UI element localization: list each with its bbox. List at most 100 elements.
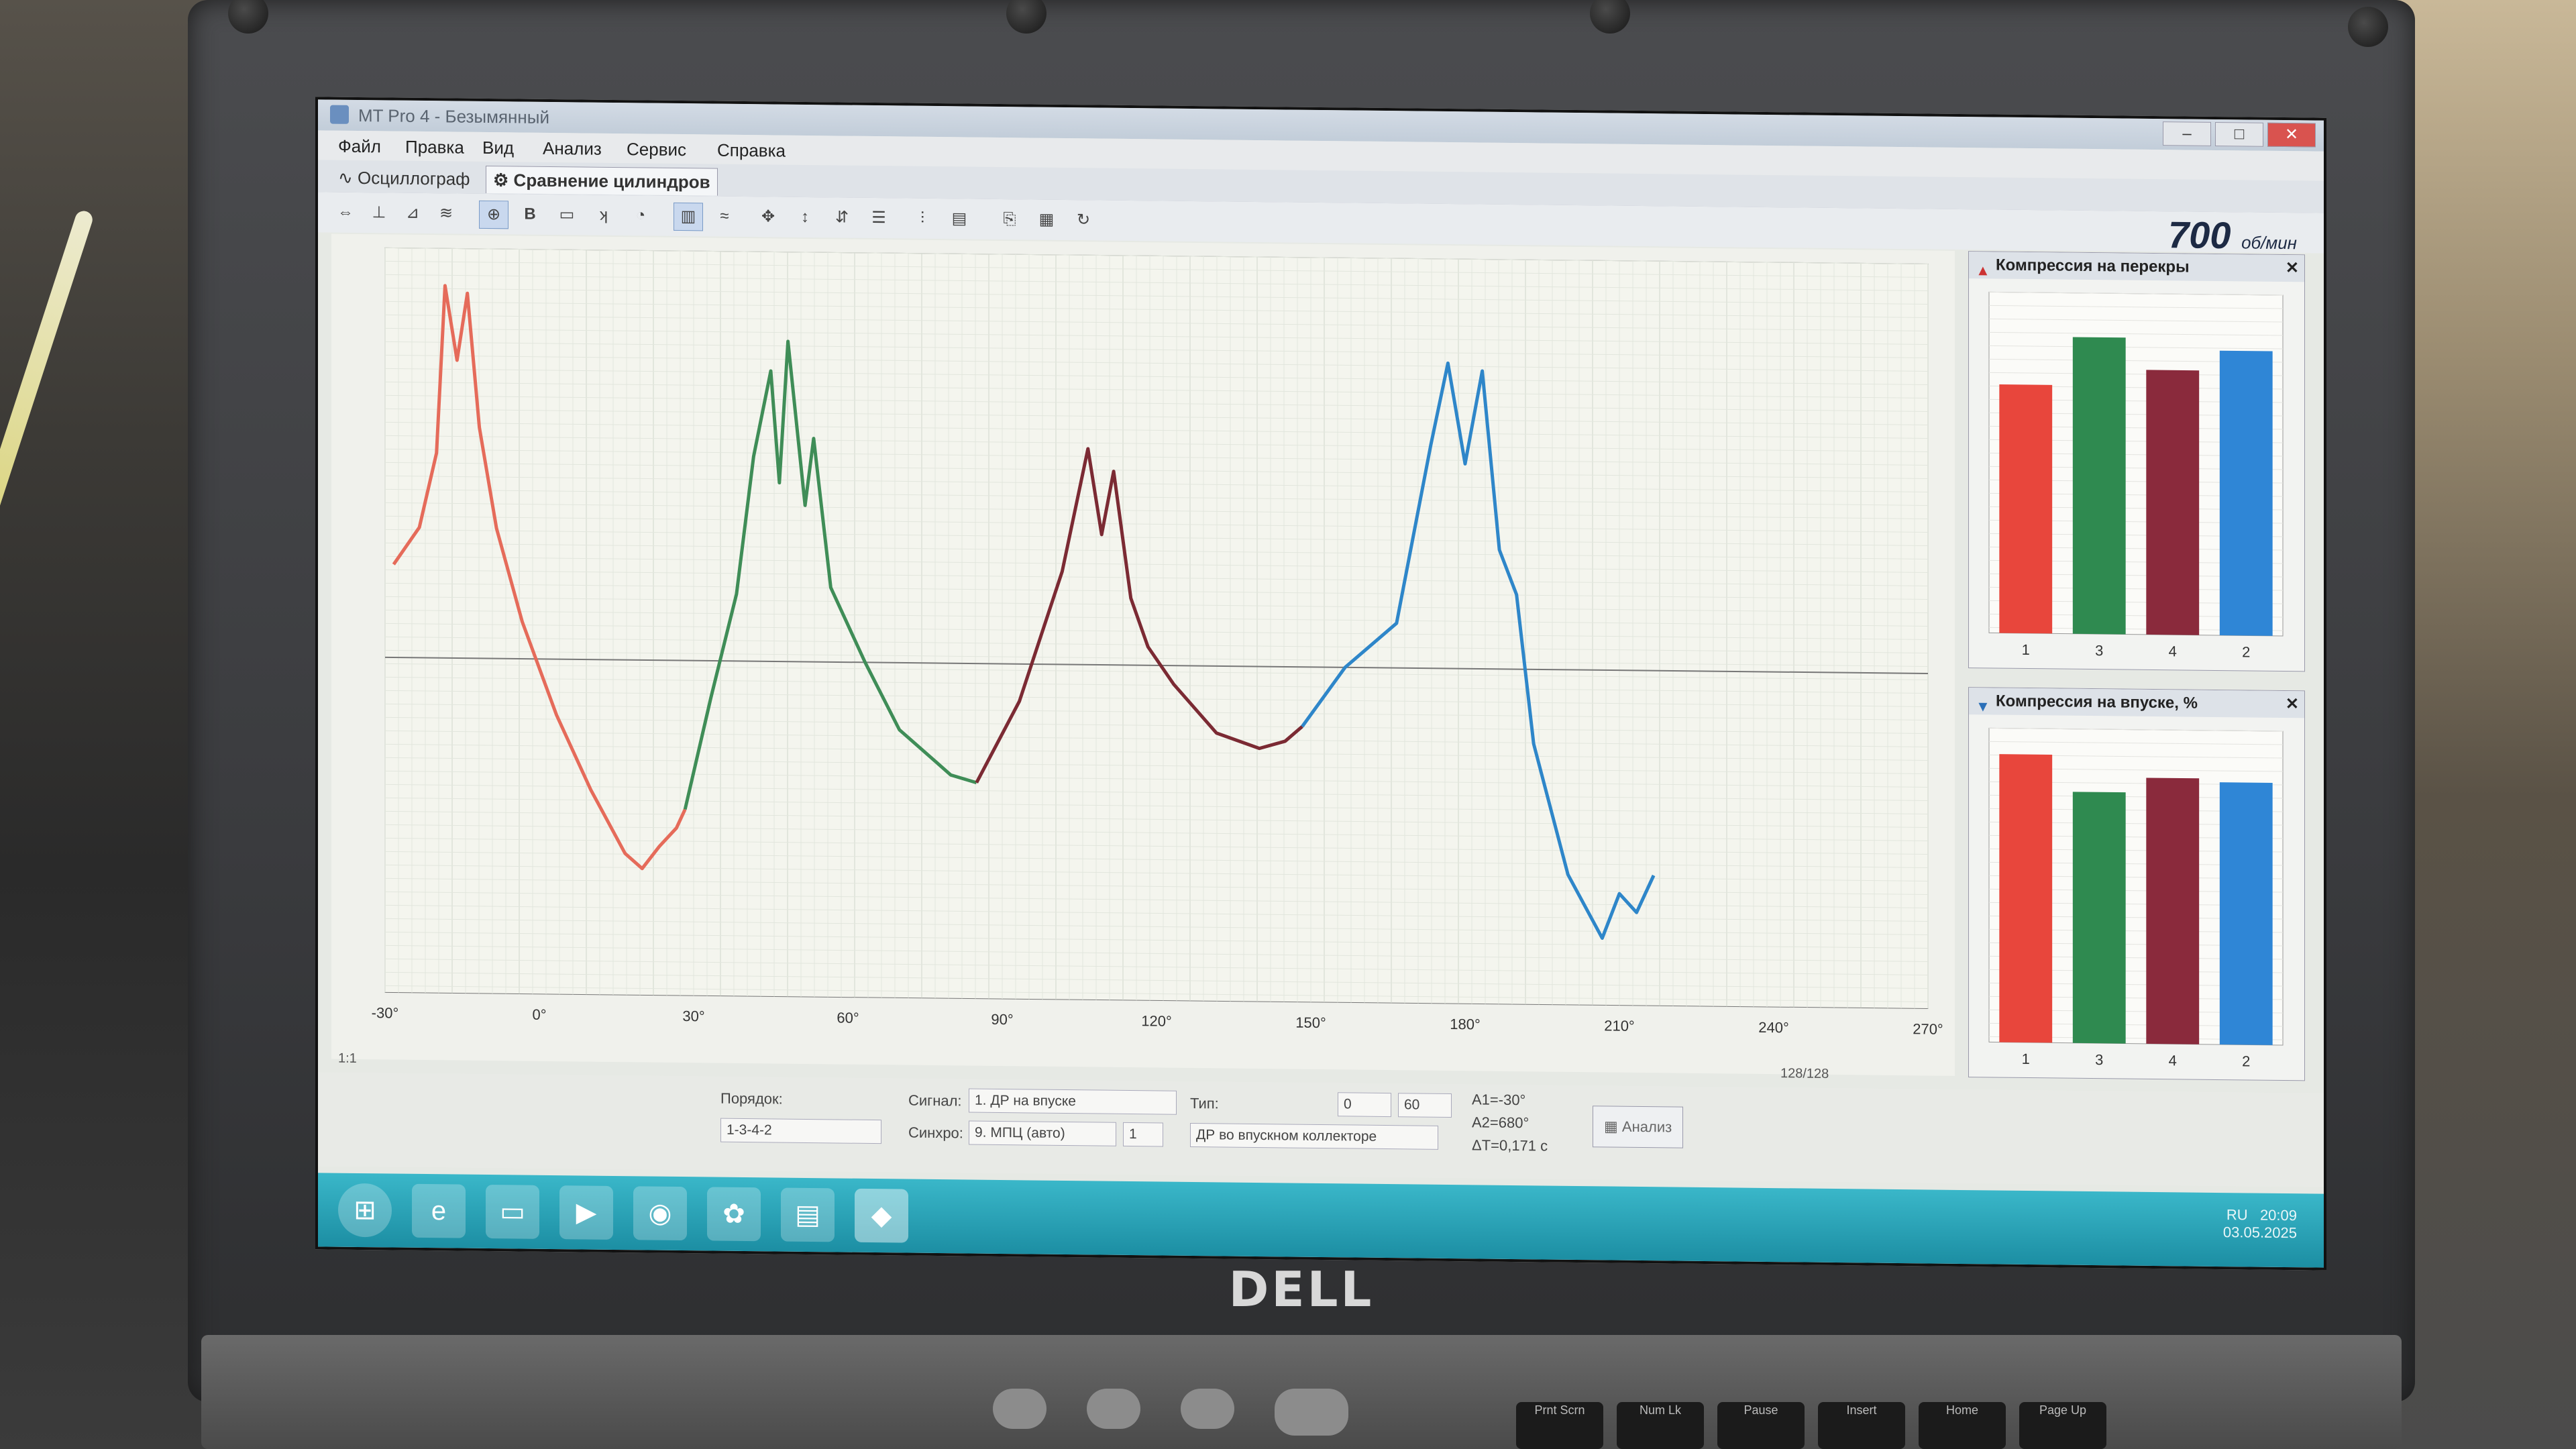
analysis-icon: ▦ [1604, 1118, 1618, 1135]
x-tick-label: 210° [1604, 1017, 1635, 1034]
bar-cylinder-1 [1999, 754, 2053, 1043]
start-button[interactable]: ⊞ [338, 1183, 392, 1238]
bar-category-label: 1 [2022, 641, 2030, 658]
arrow-down-icon: ▼ [1976, 698, 1990, 715]
key-pageup[interactable]: Page Up [2019, 1402, 2106, 1449]
waveform-plot[interactable]: -30° 0° 30° 60° 90° 120° 150° 180° 210° 240° 270° 3… [331, 233, 2252, 1076]
menu-help[interactable]: Справка [717, 140, 786, 162]
arrow-up-icon: ▲ [1976, 262, 1990, 279]
app-icon[interactable]: ▤ [781, 1187, 835, 1242]
key-insert[interactable]: Insert [1818, 1402, 1905, 1449]
sync-select[interactable]: 9. МПЦ (авто) [969, 1120, 1116, 1146]
bold-tool-icon[interactable]: B [516, 201, 544, 227]
type-b-stepper[interactable]: 60 [1398, 1093, 1452, 1118]
order-label: Порядок: [720, 1089, 783, 1108]
scale-tool-icon[interactable]: ⇔ [331, 199, 360, 226]
media-button[interactable] [1087, 1389, 1140, 1429]
key-prtscn[interactable]: Prnt Scrn [1516, 1402, 1603, 1449]
measure-tool-icon[interactable]: ⊿ [398, 200, 427, 227]
key-numlk[interactable]: Num Lk [1617, 1402, 1704, 1449]
rpm-unit: об/мин [2241, 232, 2297, 254]
app-icon [330, 105, 349, 124]
bezel-screw [1590, 0, 1630, 34]
media-button[interactable] [993, 1389, 1046, 1429]
sync-number-stepper[interactable]: 1 [1123, 1122, 1163, 1147]
menu-view[interactable]: Вид [482, 138, 514, 158]
table-tool-icon[interactable]: ▦ [1032, 206, 1061, 233]
type-select[interactable]: ДР во впускном коллекторе [1190, 1122, 1438, 1150]
tab-label: Сравнение цилиндров [513, 170, 710, 193]
compression-overlap-panel: ▲ Компрессия на перекры ✕ 1 3 4 2 [1968, 251, 2305, 672]
grid-tool-icon[interactable]: ☰ [865, 205, 893, 231]
media-player-icon[interactable]: ▶ [559, 1185, 613, 1240]
power-button[interactable] [1275, 1389, 1348, 1436]
type-a-stepper[interactable]: 0 [1338, 1092, 1391, 1118]
bar-chart-icon[interactable]: ▥ [674, 202, 703, 231]
app-icon[interactable]: ✿ [707, 1187, 761, 1242]
maximize-button[interactable]: □ [2215, 121, 2263, 147]
dell-logo: DELL [1228, 1261, 1375, 1318]
x-tick-label: 270° [1913, 1020, 1943, 1037]
chrome-icon[interactable]: ◉ [633, 1186, 687, 1241]
clock: 20:09 [2259, 1206, 2297, 1224]
key-pause[interactable]: Pause [1717, 1402, 1805, 1449]
x-tick-label: 150° [1295, 1014, 1326, 1031]
settings-bar: Порядок: 1-3-4-2 Сигнал: 1. ДР на впуске… [318, 1072, 2324, 1187]
signal-select[interactable]: 1. ДР на впуске [969, 1088, 1177, 1115]
ie-icon[interactable]: e [412, 1183, 466, 1238]
bar-category-label: 4 [2169, 643, 2177, 659]
tab-oscilloscope[interactable]: ∿ Осциллограф [331, 164, 477, 193]
window-title: MT Pro 4 - Безымянный [358, 105, 549, 127]
gauge-tool-icon[interactable]: ◔ [627, 202, 655, 229]
histogram-tool-icon[interactable]: ▤ [945, 205, 973, 232]
mtpro-taskbar-icon[interactable]: ◆ [855, 1188, 908, 1243]
menu-analysis[interactable]: Анализ [543, 138, 602, 160]
cursor-tool-icon[interactable]: ⊥ [365, 199, 393, 226]
x-tick-label: 120° [1141, 1012, 1172, 1029]
bar-category-label: 4 [2169, 1052, 2177, 1069]
menu-edit[interactable]: Правка [405, 137, 464, 158]
vertical-scale-icon[interactable]: ↕ [791, 204, 819, 231]
refresh-tool-icon[interactable]: ↻ [1069, 207, 1097, 233]
a1-readout: A1=-30° [1472, 1091, 1526, 1109]
copy-tool-icon[interactable]: ⎘ [996, 206, 1024, 233]
menu-service[interactable]: Сервис [627, 139, 686, 160]
align-tool-icon[interactable]: ⇵ [828, 204, 856, 231]
tab-cylinder-compare[interactable]: ⚙ Сравнение цилиндров [486, 165, 718, 196]
zoom-tool-icon[interactable]: ⊕ [479, 200, 508, 229]
signal-label: Сигнал: [908, 1091, 962, 1110]
order-select[interactable]: 1-3-4-2 [720, 1118, 881, 1144]
media-button[interactable] [1181, 1389, 1234, 1429]
close-icon[interactable]: ✕ [2286, 691, 2299, 718]
x-tick-label: 0° [532, 1006, 546, 1023]
channel-tool-icon[interactable]: ▭ [553, 201, 581, 228]
split-tool-icon[interactable]: ⫶ [908, 205, 936, 232]
analysis-button[interactable]: ▦ Анализ [1593, 1106, 1684, 1148]
close-button[interactable]: ✕ [2267, 122, 2316, 148]
minimize-button[interactable]: – [2163, 121, 2211, 146]
date: 03.05.2025 [2222, 1224, 2297, 1242]
analysis-button-label: Анализ [1621, 1118, 1672, 1136]
bar-chart-intake: 1 3 4 2 [1988, 727, 2284, 1070]
x-tick-label: 30° [682, 1008, 704, 1024]
folder-icon[interactable]: ▭ [486, 1184, 539, 1239]
x-tick-label: 90° [991, 1011, 1013, 1028]
markers-tool-icon[interactable]: ʞ [590, 202, 618, 229]
close-icon[interactable]: ✕ [2286, 255, 2299, 282]
scale-readout: 1:1 [338, 1051, 357, 1066]
panel-header: ▼ Компрессия на впуске, % ✕ [1969, 688, 2304, 718]
move-tool-icon[interactable]: ✥ [754, 203, 782, 230]
waves-icon[interactable]: ≈ [710, 203, 739, 229]
filter-tool-icon[interactable]: ≋ [432, 200, 460, 227]
language-indicator[interactable]: RU [2226, 1206, 2248, 1223]
menu-file[interactable]: Файл [338, 136, 381, 158]
key-home[interactable]: Home [1919, 1402, 2006, 1449]
x-tick-label: 180° [1450, 1016, 1481, 1032]
gear-icon: ⚙ [493, 170, 509, 191]
dt-readout: ΔT=0,171 c [1472, 1136, 1548, 1155]
bar-cylinder-1 [1999, 384, 2053, 634]
bar-cylinder-2 [2219, 782, 2273, 1045]
bar-chart-overlap: 1 3 4 2 [1988, 291, 2284, 661]
bar-category-label: 2 [2242, 643, 2250, 660]
bezel-screw [228, 0, 268, 34]
